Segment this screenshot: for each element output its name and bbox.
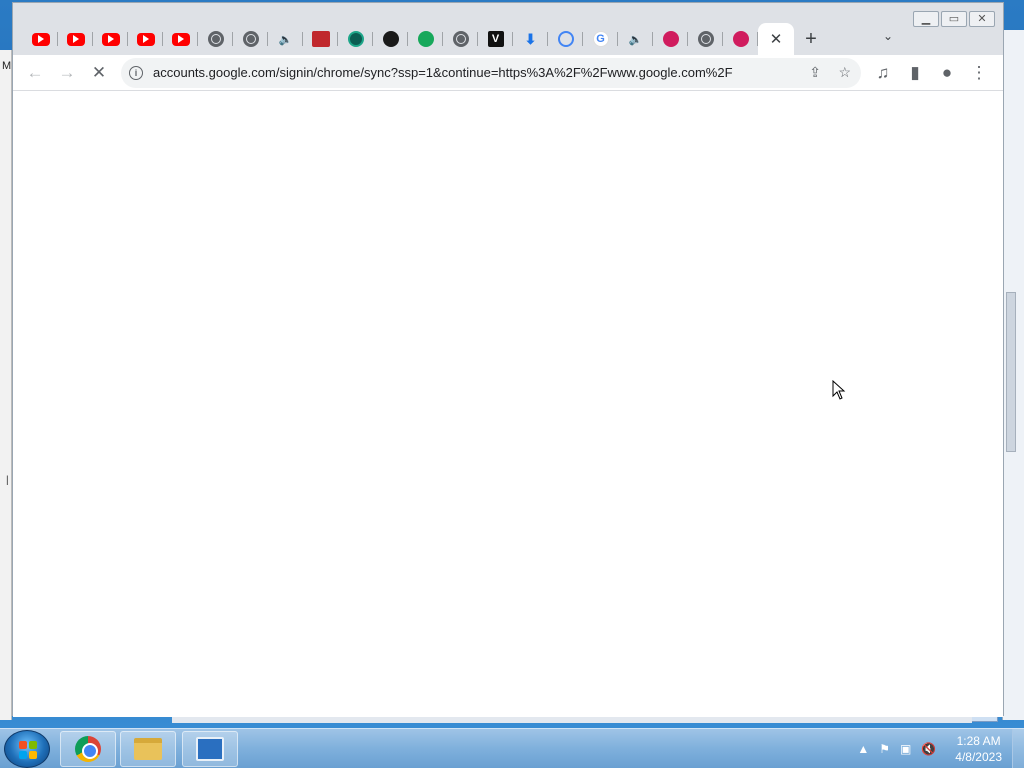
tab[interactable]	[128, 23, 163, 55]
chrome-window: ▁ ▭ ✕ 🔈 V ⬇ G 🔈 ✕ + ⌄ ← → ✕ i accounts.google.…	[12, 2, 1004, 717]
show-desktop-button[interactable]	[1012, 729, 1024, 768]
teal-circle-icon	[347, 31, 364, 47]
globe-icon	[207, 31, 224, 47]
globe-icon	[697, 31, 714, 47]
profile-avatar-icon[interactable]: ●	[931, 57, 963, 89]
pink-circle-icon	[662, 31, 679, 47]
bookmark-star-icon[interactable]: ☆	[838, 64, 851, 81]
show-hidden-icons-icon[interactable]: ▲	[857, 742, 869, 756]
tab[interactable]	[93, 23, 128, 55]
volume-muted-icon[interactable]: 🔇	[921, 742, 936, 756]
taskbar: ▲ ⚑ ▣ 🔇 1:28 AM 4/8/2023	[0, 728, 1024, 768]
tab[interactable]: V	[478, 23, 513, 55]
side-panel-icon[interactable]: ▮	[899, 57, 931, 89]
browser-toolbar: ← → ✕ i accounts.google.com/signin/chrom…	[13, 55, 1003, 91]
network-icon[interactable]: ▣	[900, 742, 911, 756]
youtube-icon	[66, 32, 85, 46]
tab[interactable]	[408, 23, 443, 55]
v-logo-icon: V	[487, 31, 504, 47]
windows-logo-icon	[19, 741, 37, 759]
tab[interactable]	[163, 23, 198, 55]
url-text[interactable]: accounts.google.com/signin/chrome/sync?s…	[153, 65, 775, 80]
active-tab[interactable]: ✕	[758, 23, 794, 55]
tab[interactable]	[723, 23, 758, 55]
tab[interactable]	[233, 23, 268, 55]
tab[interactable]: 🔈	[268, 23, 303, 55]
media-control-icon[interactable]: ♫	[867, 57, 899, 89]
youtube-icon	[101, 32, 120, 46]
tab[interactable]	[373, 23, 408, 55]
minimize-button[interactable]: ▁	[913, 11, 939, 27]
tab[interactable]: G	[583, 23, 618, 55]
tab[interactable]	[58, 23, 93, 55]
tab[interactable]	[198, 23, 233, 55]
tab-search-button[interactable]: ⌄	[883, 29, 893, 43]
share-icon[interactable]: ⇪	[809, 64, 821, 81]
new-tab-button[interactable]: +	[794, 23, 828, 55]
system-tray: ▲ ⚑ ▣ 🔇 1:28 AM 4/8/2023	[852, 729, 1024, 768]
tab[interactable]: ⬇	[513, 23, 548, 55]
tab-row: 🔈 V ⬇ G 🔈 ✕ +	[23, 23, 828, 55]
address-bar[interactable]: i accounts.google.com/signin/chrome/sync…	[121, 57, 861, 88]
page-content-blank	[13, 92, 1003, 717]
youtube-icon	[136, 32, 155, 46]
back-button[interactable]: ←	[19, 57, 51, 89]
tab[interactable]	[23, 23, 58, 55]
dark-circle-icon	[382, 31, 399, 47]
red-dots-icon	[311, 31, 330, 47]
start-button[interactable]	[4, 730, 50, 768]
background-window-left-edge	[0, 50, 12, 720]
action-center-flag-icon[interactable]: ⚑	[879, 742, 890, 756]
site-info-icon[interactable]: i	[129, 65, 143, 80]
stop-loading-button[interactable]: ✕	[83, 57, 115, 89]
taskbar-control-panel[interactable]	[182, 731, 238, 767]
close-window-button[interactable]: ✕	[969, 11, 995, 27]
green-robot-icon	[417, 31, 434, 47]
google-icon: G	[592, 31, 609, 47]
maximize-button[interactable]: ▭	[941, 11, 967, 27]
taskbar-chrome[interactable]	[60, 731, 116, 767]
clock[interactable]: 1:28 AM 4/8/2023	[955, 733, 1002, 765]
pink-circle-icon	[732, 31, 749, 47]
globe-icon	[242, 31, 259, 47]
tab[interactable]	[443, 23, 478, 55]
tab[interactable]	[688, 23, 723, 55]
chrome-icon	[75, 736, 101, 762]
scrollbar-thumb[interactable]	[1006, 292, 1016, 452]
control-panel-icon	[196, 737, 224, 761]
tab-close-icon[interactable]: ✕	[770, 30, 783, 48]
tab[interactable]: 🔈	[618, 23, 653, 55]
speaker-icon: 🔈	[628, 33, 643, 46]
tab-strip: ▁ ▭ ✕ 🔈 V ⬇ G 🔈 ✕ + ⌄	[13, 3, 1003, 55]
folder-icon	[134, 738, 162, 760]
background-window-scrollbar[interactable]	[1002, 30, 1024, 720]
tab[interactable]	[338, 23, 373, 55]
background-text-fragment: |	[6, 475, 9, 486]
google-lens-icon	[557, 31, 574, 47]
taskbar-file-explorer[interactable]	[120, 731, 176, 767]
forward-button[interactable]: →	[51, 57, 83, 89]
youtube-icon	[31, 32, 50, 46]
youtube-icon	[171, 32, 190, 46]
tab[interactable]	[653, 23, 688, 55]
clock-time: 1:28 AM	[956, 734, 1001, 748]
tab[interactable]	[303, 23, 338, 55]
tab[interactable]	[548, 23, 583, 55]
mouse-cursor-icon	[832, 380, 846, 400]
globe-icon	[452, 31, 469, 47]
background-text-fragment: M	[2, 60, 12, 72]
download-icon: ⬇	[524, 30, 537, 47]
clock-date: 4/8/2023	[955, 750, 1002, 764]
speaker-icon: 🔈	[278, 33, 293, 46]
chrome-menu-icon[interactable]: ⋮	[963, 57, 995, 89]
window-controls: ▁ ▭ ✕	[913, 11, 995, 27]
